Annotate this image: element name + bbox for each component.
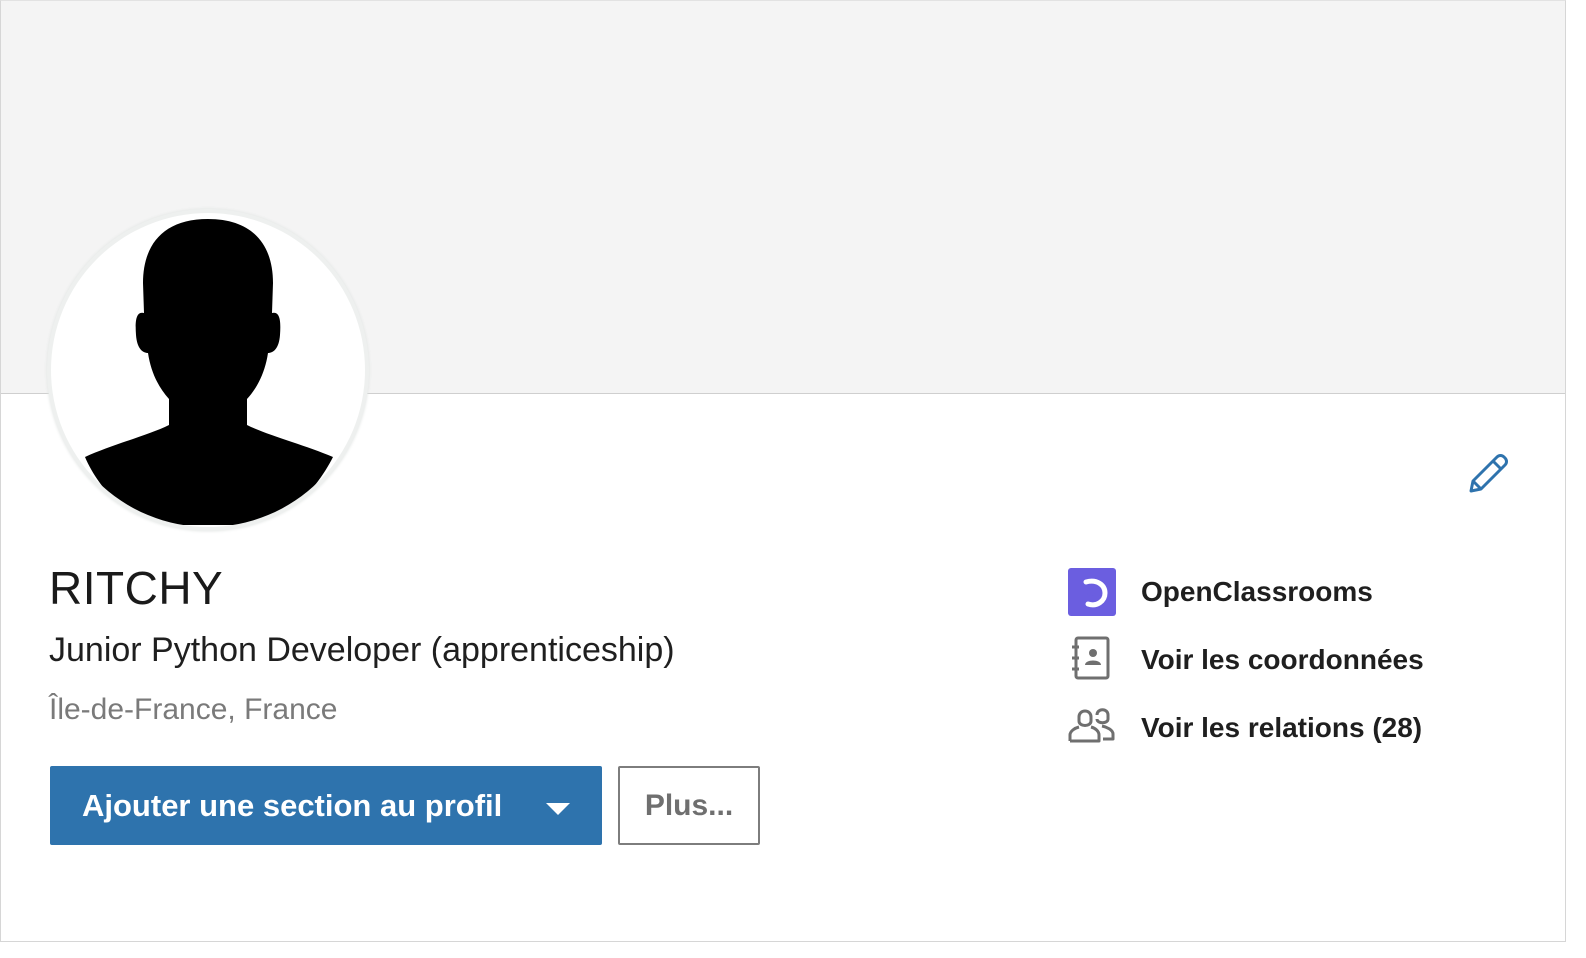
side-item-label: Voir les coordonnées xyxy=(1141,644,1424,675)
side-item-label: OpenClassrooms xyxy=(1141,576,1373,607)
profile-location: Île-de-France, France xyxy=(49,693,338,726)
chevron-down-icon xyxy=(546,803,570,815)
openclassrooms-logo-icon xyxy=(1067,567,1117,617)
pencil-icon xyxy=(1469,454,1508,493)
avatar[interactable] xyxy=(51,213,365,527)
profile-card: RITCHY Junior Python Developer (apprenti… xyxy=(0,0,1566,942)
more-button[interactable]: Plus... xyxy=(618,766,760,845)
edit-profile-button[interactable] xyxy=(1463,449,1513,499)
add-section-button[interactable]: Ajouter une section au profil xyxy=(50,766,602,845)
side-item-contact-info[interactable]: Voir les coordonnées xyxy=(1067,635,1424,685)
profile-headline: Junior Python Developer (apprenticeship) xyxy=(49,631,675,669)
profile-name: RITCHY xyxy=(49,562,224,614)
default-avatar-silhouette-icon xyxy=(85,219,333,525)
side-item-openclassrooms[interactable]: OpenClassrooms xyxy=(1067,567,1373,617)
add-section-label: Ajouter une section au profil xyxy=(82,787,503,823)
side-item-label: Voir les relations (28) xyxy=(1141,712,1423,743)
people-icon xyxy=(1067,703,1117,753)
contact-book-icon xyxy=(1067,635,1117,685)
side-item-connections[interactable]: Voir les relations (28) xyxy=(1067,703,1422,753)
